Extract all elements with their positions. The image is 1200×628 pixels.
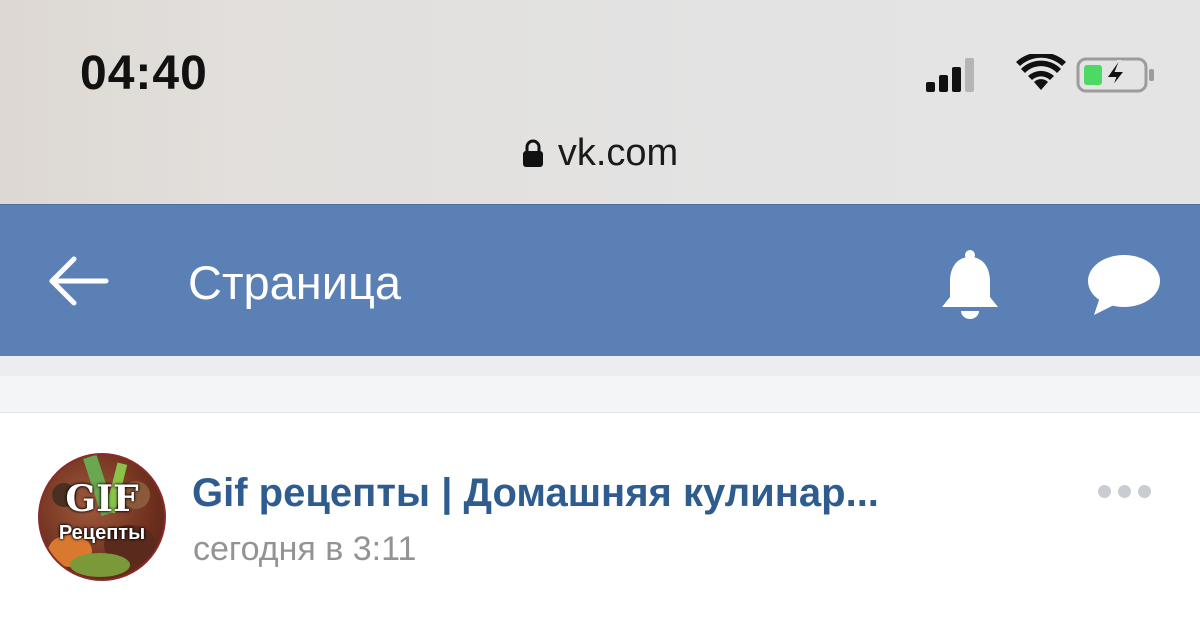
back-button[interactable]	[40, 251, 116, 311]
bell-icon	[942, 250, 998, 319]
chat-bubble-icon	[1088, 255, 1160, 315]
url-text: vk.com	[557, 132, 679, 174]
notifications-button[interactable]	[934, 249, 1006, 323]
wifi-icon	[1016, 52, 1066, 97]
battery-charging-icon	[1076, 56, 1156, 99]
messages-button[interactable]	[1084, 253, 1162, 319]
address-bar[interactable]: vk.com	[0, 128, 1200, 178]
avatar-logo-subtitle: Рецепты	[58, 522, 146, 544]
signal-icon	[926, 56, 980, 97]
avatar[interactable]: GIF Рецепты	[38, 453, 166, 581]
status-time: 04:40	[80, 47, 208, 100]
page-header: Страница	[0, 204, 1200, 357]
card-top-edge	[0, 376, 1200, 413]
back-arrow-icon	[49, 256, 109, 306]
post-author-link[interactable]: Gif рецепты | Домашняя кулинар...	[192, 469, 879, 517]
post-card: GIF Рецепты Gif рецепты | Домашняя кулин…	[0, 413, 1200, 628]
more-options-button[interactable]	[1094, 481, 1154, 503]
lock-icon	[522, 138, 544, 168]
feed-separator	[0, 356, 1200, 376]
post-timestamp: сегодня в 3:11	[193, 530, 417, 568]
avatar-logo-title: GIF	[65, 478, 139, 520]
page-title: Страница	[188, 256, 402, 309]
browser-chrome: 04:40 vk.com	[0, 0, 1200, 204]
